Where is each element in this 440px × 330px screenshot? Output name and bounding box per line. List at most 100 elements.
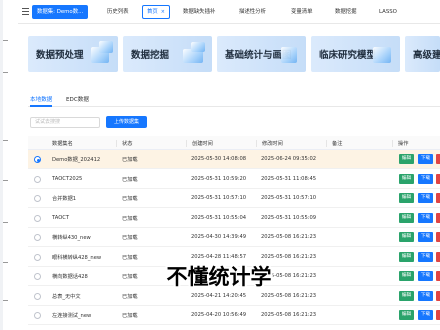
cell-dataset-name: Demo数据_202412	[52, 157, 101, 163]
cell-created-time: 2025-04-28 11:48:57	[191, 253, 247, 260]
table-row[interactable]: TAOCT2025 已加载 2025-05-31 10:59:20 2025-05-3…	[28, 169, 440, 189]
cell-dataset-name: 横转纵430_new	[52, 235, 91, 241]
row-radio[interactable]	[34, 253, 41, 261]
edit-button[interactable]: 编辑	[399, 173, 414, 184]
edit-button[interactable]: 编辑	[399, 232, 414, 242]
cell-created-time: 2025-04-21 14:20:45	[191, 292, 247, 299]
row-radio[interactable]	[34, 312, 41, 319]
delete-button[interactable]	[436, 193, 440, 203]
cell-modified-time: 2025-05-31 11:08:45	[261, 175, 317, 182]
menu-collapse-icon[interactable]	[22, 8, 29, 15]
cell-status: 已加载	[122, 293, 138, 300]
tab-edc-data[interactable]: EDC数据	[66, 95, 89, 103]
tab-history[interactable]: 历史列表	[102, 5, 134, 19]
delete-button[interactable]	[436, 212, 440, 223]
side-strip-edge	[0, 0, 3, 330]
row-radio[interactable]	[34, 234, 41, 241]
cell-status: 已加载	[122, 254, 138, 261]
column-header-actions: 操作	[392, 140, 408, 147]
card-clinical[interactable]: 临床研究模型	[311, 36, 400, 72]
download-button[interactable]: 下载	[418, 251, 433, 262]
download-button[interactable]: 下载	[418, 212, 433, 223]
cell-dataset-name: 眼科横转纵428_new	[52, 254, 102, 261]
cell-modified-time: 2025-05-08 16:21:23	[261, 292, 317, 299]
cell-created-time: 2025-04-20 10:56:49	[191, 312, 247, 318]
delete-button[interactable]	[436, 173, 440, 184]
edit-button[interactable]: 编辑	[399, 251, 414, 262]
tab-label: 变量清单	[291, 9, 313, 15]
cell-status: 已加载	[122, 235, 138, 241]
tab-home[interactable]: 首页 ×	[142, 5, 170, 19]
menu-marker	[3, 262, 8, 263]
table-header: 数据集名 状态 创建时间 修改时间 备注 操作	[28, 136, 440, 150]
download-button[interactable]: 下载	[418, 310, 433, 320]
row-radio[interactable]	[34, 292, 41, 300]
upload-dataset-button[interactable]: 上传数据集	[106, 116, 147, 128]
search-input[interactable]: 试试去搜搜	[30, 117, 100, 128]
table-row[interactable]: 横转纵430_new 已加载 2025-04-30 14:39:49 2025-05-…	[28, 228, 440, 247]
row-radio[interactable]	[34, 273, 41, 280]
download-button[interactable]: 下载	[418, 232, 433, 242]
tab-imputation[interactable]: 数据缺失插补	[178, 5, 220, 19]
tab-label: 数据集: Demo数...	[37, 9, 84, 15]
tab-label: 数据缺失插补	[183, 9, 216, 15]
column-header-modified: 修改时间	[256, 140, 283, 147]
cell-dataset-name: 合并数据1	[52, 196, 77, 202]
column-header-note: 备注	[326, 140, 342, 147]
card-label: 数据挖掘	[131, 50, 170, 61]
edit-button[interactable]: 编辑	[399, 154, 414, 164]
cell-created-time: 2025-05-30 14:08:08	[191, 156, 247, 162]
menu-marker	[3, 180, 8, 181]
row-radio[interactable]	[34, 156, 41, 163]
table-row[interactable]: 合并数据1 已加载 2025-05-31 10:57:10 2025-05-31 10…	[28, 189, 440, 208]
tab-dataset[interactable]: 数据集: Demo数...	[32, 5, 89, 19]
video-subtitle: 不懂统计学	[166, 265, 272, 289]
tab-label: 首页	[147, 9, 158, 15]
tab-label: 数据挖掘	[335, 9, 357, 15]
table-row[interactable]: 左连接测试_new 已加载 2025-04-20 10:56:49 2025-05-0…	[28, 306, 440, 325]
tab-descriptive[interactable]: 描述性分析	[234, 5, 271, 19]
cell-dataset-name: 横向数据话428	[52, 274, 88, 280]
menu-marker	[3, 300, 8, 301]
delete-button[interactable]	[436, 251, 440, 262]
data-source-tabs: 本地数据 EDC数据	[28, 93, 440, 107]
cube-icon	[85, 39, 115, 69]
delete-button[interactable]	[436, 154, 440, 164]
cube-icon	[273, 39, 303, 69]
edit-button[interactable]: 编辑	[399, 212, 414, 223]
tab-lasso[interactable]: LASSO	[374, 5, 402, 19]
close-icon[interactable]: ×	[161, 9, 165, 15]
edit-button[interactable]: 编辑	[399, 290, 414, 301]
edit-button[interactable]: 编辑	[399, 193, 414, 203]
download-button[interactable]: 下载	[418, 154, 433, 164]
delete-button[interactable]	[436, 232, 440, 242]
download-button[interactable]: 下载	[418, 193, 433, 203]
tab-label: 描述性分析	[239, 9, 266, 15]
tab-mining[interactable]: 数据挖掘	[330, 5, 362, 19]
download-button[interactable]: 下载	[418, 271, 433, 281]
delete-button[interactable]	[436, 290, 440, 301]
card-stats[interactable]: 基础统计与画图	[217, 36, 306, 72]
table-row[interactable]: TAOCT 已加载 2025-05-31 10:55:04 2025-05-31 10…	[28, 208, 440, 228]
row-radio[interactable]	[34, 214, 41, 222]
card-mining[interactable]: 数据挖掘	[123, 36, 212, 72]
card-preprocess[interactable]: 数据预处理	[28, 36, 118, 72]
cell-modified-time: 2025-05-08 16:21:23	[261, 234, 317, 240]
menu-marker	[3, 40, 8, 41]
download-button[interactable]: 下载	[418, 290, 433, 301]
cube-icon	[179, 39, 209, 69]
cell-status: 已加载	[122, 196, 138, 202]
edit-button[interactable]: 编辑	[399, 310, 414, 320]
delete-button[interactable]	[436, 310, 440, 320]
edit-button[interactable]: 编辑	[399, 271, 414, 281]
table-row[interactable]: Demo数据_202412 已加载 2025-05-30 14:08:08 2025-…	[28, 150, 440, 169]
tab-local-data[interactable]: 本地数据	[30, 95, 52, 103]
tab-label: 历史列表	[107, 9, 129, 15]
delete-button[interactable]	[436, 271, 440, 281]
cell-modified-time: 2025-05-31 10:55:09	[261, 214, 317, 221]
download-button[interactable]: 下载	[418, 173, 433, 184]
tab-variables[interactable]: 变量清单	[286, 5, 318, 19]
row-radio[interactable]	[34, 195, 41, 202]
card-advanced[interactable]: 高级建	[405, 36, 440, 72]
row-radio[interactable]	[34, 175, 41, 183]
